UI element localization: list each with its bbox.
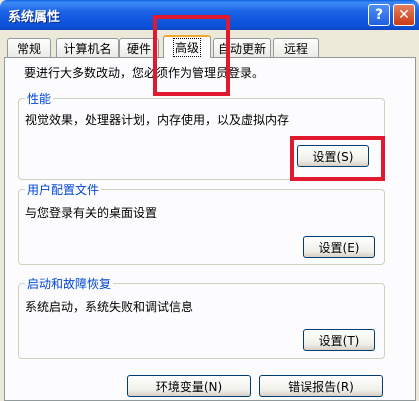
tab-label: 高级 <box>172 38 201 57</box>
tab-label: 自动更新 <box>217 41 266 56</box>
tab-label: 常规 <box>16 41 41 56</box>
title-bar: 系统属性 ? ✕ <box>0 0 419 30</box>
performance-description: 视觉效果，处理器计划，内存使用，以及虚拟内存 <box>25 113 290 127</box>
performance-settings-button[interactable]: 设置(S) <box>297 145 369 167</box>
tab-label: 远程 <box>283 41 308 56</box>
user-profiles-title: 用户配置文件 <box>25 181 102 198</box>
help-button[interactable]: ? <box>368 4 390 26</box>
tab-advanced[interactable]: 高级 <box>163 35 211 58</box>
performance-title: 性能 <box>25 90 54 107</box>
tab-computer-name[interactable]: 计算机名 <box>56 38 119 57</box>
tab-general[interactable]: 常规 <box>7 38 51 57</box>
performance-group: 性能 视觉效果，处理器计划，内存使用，以及虚拟内存 <box>18 90 385 180</box>
close-icon: ✕ <box>398 7 410 23</box>
tab-label: 计算机名 <box>63 41 112 56</box>
tab-hardware[interactable]: 硬件 <box>119 38 159 57</box>
tab-remote[interactable]: 远程 <box>273 38 319 57</box>
startup-recovery-description: 系统启动，系统失败和调试信息 <box>25 300 194 314</box>
tab-label: 硬件 <box>126 41 151 56</box>
close-button[interactable]: ✕ <box>393 4 415 26</box>
environment-variables-button[interactable]: 环境变量(N) <box>127 375 251 397</box>
window-title: 系统属性 <box>8 10 61 25</box>
tab-auto-update[interactable]: 自动更新 <box>213 38 271 57</box>
error-reporting-button[interactable]: 错误报告(R) <box>259 375 383 397</box>
user-profiles-settings-button[interactable]: 设置(E) <box>303 236 375 258</box>
admin-notice: 要进行大多数改动，您必须作为管理员登录。 <box>24 66 265 80</box>
help-icon: ? <box>374 7 384 23</box>
startup-recovery-title: 启动和故障恢复 <box>25 275 114 292</box>
startup-recovery-settings-button[interactable]: 设置(T) <box>303 329 375 351</box>
user-profiles-description: 与您登录有关的桌面设置 <box>25 206 158 220</box>
